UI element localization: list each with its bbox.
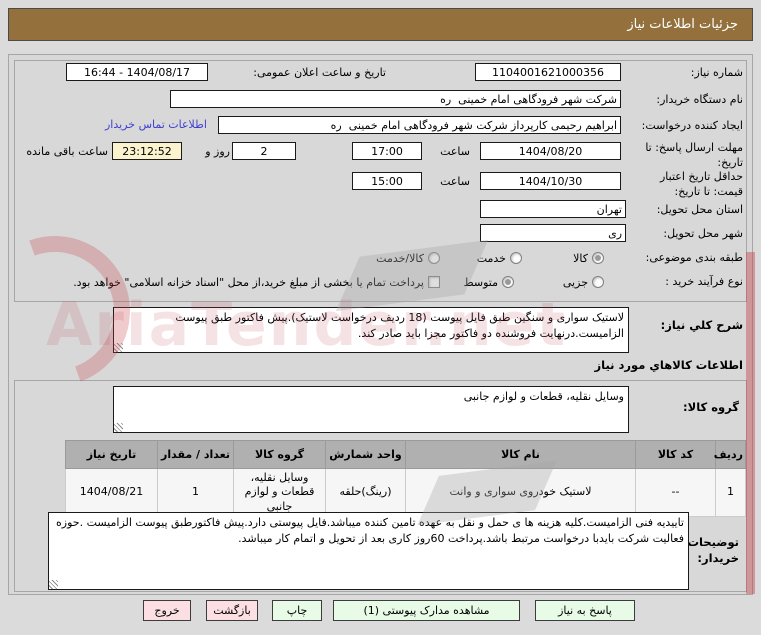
cell-item-code: -- xyxy=(635,468,716,517)
reply-deadline-time-label: ساعت xyxy=(440,145,470,158)
reply-deadline-date-field[interactable] xyxy=(480,142,621,160)
radio-goods[interactable] xyxy=(592,252,604,264)
resize-grip-icon[interactable] xyxy=(114,423,123,432)
reply-deadline-label: مهلت ارسال پاسخ: تا تاریخ: xyxy=(645,141,743,169)
treasury-docs-label: پرداخت تمام یا بخشی از مبلغ خرید،از محل … xyxy=(73,276,424,289)
cell-group: وسایل نقلیه، قطعات و لوازم جانبی xyxy=(233,468,326,517)
request-creator-label: ایجاد کننده درخواست: xyxy=(641,119,743,132)
radio-minor-label: جزیی xyxy=(562,276,588,289)
goods-section-heading: اطلاعات کالاهاي مورد نیاز xyxy=(594,358,743,372)
radio-goods-service-label: کالا/خدمت xyxy=(376,252,424,265)
resize-grip-icon[interactable] xyxy=(49,580,58,589)
col-unit: واحد شمارش xyxy=(325,440,406,469)
need-number-field[interactable] xyxy=(475,63,621,81)
cell-unit: (رینگ)حلقه xyxy=(325,468,406,517)
radio-goods-label: کالا xyxy=(573,252,588,265)
treasury-docs-checkbox[interactable] xyxy=(428,276,440,288)
col-group: گروه کالا xyxy=(233,440,326,469)
goods-table-header-row: ردیف کد کالا نام کالا واحد شمارش گروه کا… xyxy=(65,440,746,469)
buyer-org-label: نام دستگاه خریدار: xyxy=(656,93,743,106)
announce-datetime-label: تاریخ و ساعت اعلان عمومی: xyxy=(253,66,386,79)
page-title: جزئیات اطلاعات نیاز xyxy=(8,8,753,41)
remaining-time-field[interactable] xyxy=(112,142,182,160)
price-validity-label: حداقل تاریخ اعتبار قیمت: تا تاریخ: xyxy=(659,170,743,198)
buyer-notes-textarea[interactable]: تاییدیه فنی الزامیست.کلیه هزینه ها ی حمل… xyxy=(48,512,689,590)
exit-button[interactable]: خروج xyxy=(143,600,191,621)
cell-need-date: 1404/08/21 xyxy=(65,468,158,517)
cell-row-number: 1 xyxy=(715,468,746,517)
radio-service-label: خدمت xyxy=(476,252,506,265)
print-button[interactable]: چاپ xyxy=(272,600,322,621)
col-row-number: ردیف xyxy=(714,440,746,469)
need-number-label: شماره نیاز: xyxy=(690,66,743,79)
radio-goods-service[interactable] xyxy=(428,252,440,264)
table-row: 1 -- لاستیک خودروی سواری و وانت (رینگ)حل… xyxy=(65,468,746,517)
need-desc-textarea[interactable]: لاستیک سواری و سنگین طبق فایل پیوست (18 … xyxy=(113,307,629,353)
col-need-date: تاریخ نیاز xyxy=(65,440,158,469)
cell-item-name: لاستیک خودروی سواری و وانت xyxy=(405,468,636,517)
province-label: استان محل تحویل: xyxy=(656,203,743,216)
need-details-window: جزئیات اطلاعات نیاز شماره نیاز: تاریخ و … xyxy=(0,0,761,635)
price-validity-time-label: ساعت xyxy=(440,175,470,188)
province-field[interactable] xyxy=(480,200,626,218)
price-validity-date-field[interactable] xyxy=(480,172,621,190)
price-validity-time-field[interactable] xyxy=(352,172,422,190)
announce-datetime-field[interactable] xyxy=(66,63,208,81)
radio-service[interactable] xyxy=(510,252,522,264)
col-item-name: نام کالا xyxy=(405,440,636,469)
request-creator-field[interactable] xyxy=(218,116,621,134)
radio-medium-label: متوسط xyxy=(463,276,498,289)
back-button[interactable]: بازگشت xyxy=(206,600,258,621)
col-quantity: تعداد / مقدار xyxy=(157,440,234,469)
col-item-code: کد کالا xyxy=(635,440,716,469)
radio-medium[interactable] xyxy=(502,276,514,288)
subject-class-label: طبقه بندی موضوعی: xyxy=(645,251,743,264)
reply-deadline-time-field[interactable] xyxy=(352,142,422,160)
goods-table: ردیف کد کالا نام کالا واحد شمارش گروه کا… xyxy=(65,440,746,517)
buyer-contact-link[interactable]: اطلاعات تماس خریدار xyxy=(105,118,207,131)
buyer-org-field[interactable] xyxy=(170,90,621,108)
city-label: شهر محل تحویل: xyxy=(663,227,743,240)
cell-quantity: 1 xyxy=(157,468,234,517)
view-attachments-button[interactable]: مشاهده مدارک پیوستی (1) xyxy=(333,600,520,621)
city-field[interactable] xyxy=(480,224,626,242)
goods-group-label: گروه کالا: xyxy=(683,400,739,414)
goods-group-textarea[interactable]: وسایل نقلیه، قطعات و لوازم جانبی xyxy=(113,386,629,433)
remaining-time-label: ساعت باقی مانده xyxy=(26,145,108,158)
radio-minor[interactable] xyxy=(592,276,604,288)
reply-to-need-button[interactable]: پاسخ به نیاز xyxy=(535,600,635,621)
days-label: روز و xyxy=(205,145,230,158)
purchase-type-label: نوع فرآیند خرید : xyxy=(665,275,743,288)
need-desc-label: شرح کلي نیاز: xyxy=(660,318,743,332)
remaining-days-field[interactable] xyxy=(232,142,296,160)
resize-grip-icon[interactable] xyxy=(114,343,123,352)
